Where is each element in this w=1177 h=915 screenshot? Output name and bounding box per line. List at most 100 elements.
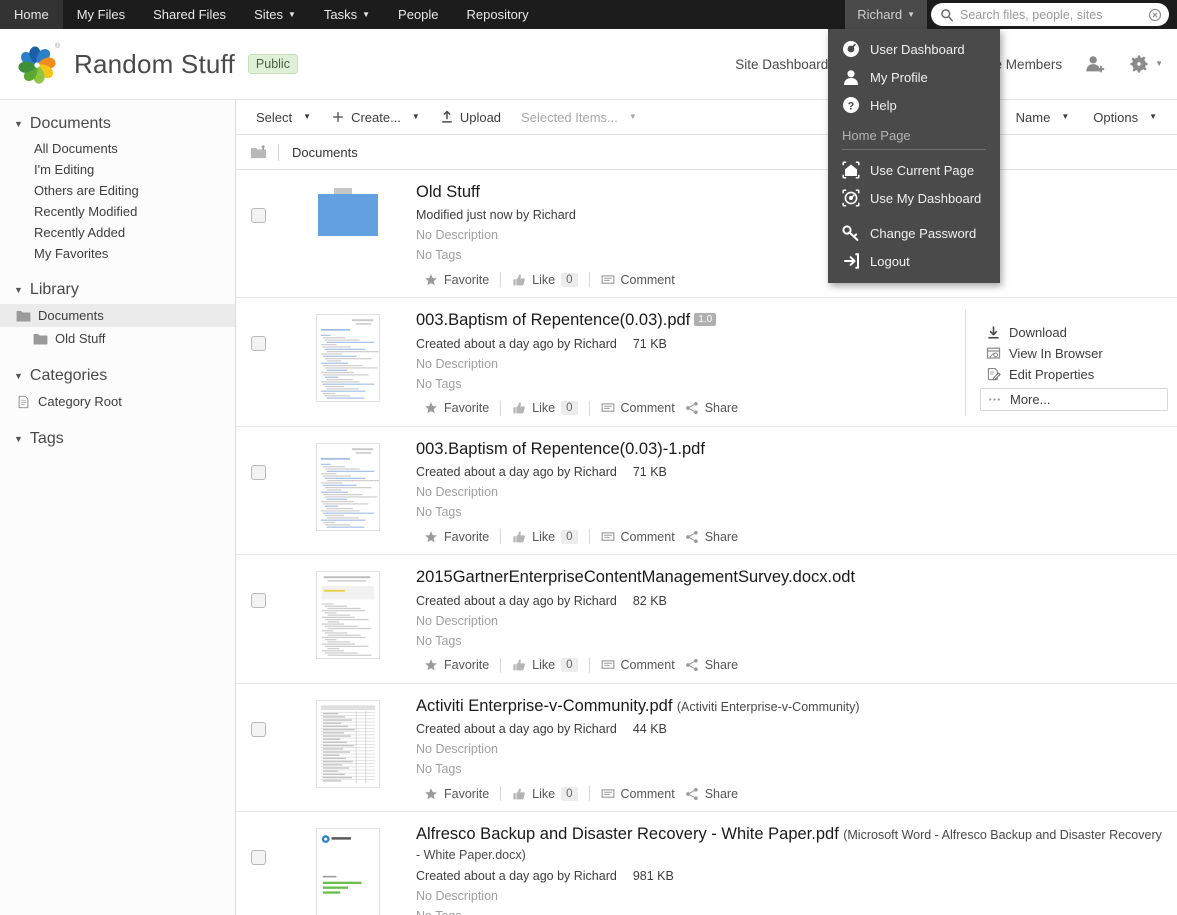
document-tags: No Tags	[416, 762, 462, 777]
sidebar-header-library[interactable]: ▼ Library	[0, 278, 235, 304]
sidebar-item-my-favorites[interactable]: My Favorites	[0, 243, 235, 264]
row-checkbox[interactable]	[250, 336, 266, 352]
more-label: More...	[1010, 392, 1051, 408]
document-modified: Created about a day ago by Richard	[416, 722, 617, 737]
nav-item-sites[interactable]: Sites ▼	[240, 0, 310, 29]
row-checkbox[interactable]	[250, 721, 266, 737]
share-button[interactable]: Share	[685, 401, 748, 415]
row-checkbox[interactable]	[250, 208, 266, 223]
row-thumbnail-cell[interactable]	[280, 310, 416, 415]
document-name-link[interactable]: 003.Baptism of Repentence(0.03)-1.pdf	[416, 440, 705, 458]
row-checkbox[interactable]	[250, 850, 266, 866]
comment-icon	[601, 789, 614, 798]
nav-item-repository[interactable]: Repository	[453, 0, 543, 29]
nav-item-my-files[interactable]: My Files	[63, 0, 139, 29]
document-meta: Created about a day ago by Richard 71 KB	[416, 465, 1163, 479]
row-checkbox-cell	[236, 567, 280, 672]
page-title: Random Stuff	[74, 48, 235, 79]
breadcrumb-item-documents[interactable]: Documents	[292, 145, 358, 160]
nav-item-tasks[interactable]: Tasks ▼	[310, 0, 384, 29]
sidebar-group-categories: ▼ Categories Category Root	[0, 364, 235, 413]
sidebar-item-category-root[interactable]: Category Root	[0, 390, 235, 413]
document-name-link[interactable]: Alfresco Backup and Disaster Recovery - …	[416, 825, 839, 843]
sort-by-button[interactable]: Name ▼	[1006, 107, 1080, 128]
sidebar-header-label: Categories	[29, 367, 108, 384]
edit-properties-action[interactable]: Edit Properties	[980, 364, 1168, 385]
user-menu-trigger[interactable]: Richard ▼	[845, 0, 927, 29]
selected-items-button[interactable]: Selected Items... ▼	[511, 107, 647, 128]
comment-button[interactable]: Comment	[601, 787, 685, 801]
sidebar-item-recently-added[interactable]: Recently Added	[0, 222, 235, 243]
folder-up-button[interactable]	[246, 143, 276, 162]
sidebar-item-others-are-editing[interactable]: Others are Editing	[0, 180, 235, 201]
close-icon[interactable]	[1148, 8, 1162, 22]
favorite-button[interactable]: Favorite	[416, 787, 499, 801]
sidebar-folder-old-stuff[interactable]: Old Stuff	[0, 327, 235, 350]
menu-item-my-profile[interactable]: My Profile	[828, 63, 1000, 91]
search-box[interactable]	[931, 3, 1169, 26]
row-thumbnail-cell[interactable]	[280, 567, 416, 672]
like-button[interactable]: Like 0	[512, 272, 587, 287]
like-button[interactable]: Like 0	[512, 529, 587, 544]
options-button[interactable]: Options ▼	[1083, 107, 1167, 128]
row-info-cell: 003.Baptism of Repentence(0.03).pdf 1.0 C…	[416, 310, 965, 416]
row-thumbnail-cell[interactable]	[280, 182, 416, 287]
sidebar-folder-documents[interactable]: Documents	[0, 304, 235, 327]
row-thumbnail-cell[interactable]	[280, 439, 416, 544]
sidebar-header-categories[interactable]: ▼ Categories	[0, 364, 235, 390]
document-name-link[interactable]: Old Stuff	[416, 183, 480, 201]
sidebar-group-tags: ▼ Tags	[0, 427, 235, 453]
download-action[interactable]: Download	[980, 322, 1168, 343]
like-button[interactable]: Like 0	[512, 658, 587, 673]
sidebar-item-i-m-editing[interactable]: I'm Editing	[0, 159, 235, 180]
like-button[interactable]: Like 0	[512, 786, 587, 801]
favorite-button[interactable]: Favorite	[416, 530, 499, 544]
comment-button[interactable]: Comment	[601, 658, 685, 672]
menu-item-change-password[interactable]: Change Password	[828, 219, 1000, 247]
select-button[interactable]: Select ▼	[246, 107, 321, 128]
invite-members-button[interactable]	[1084, 53, 1106, 75]
menu-item-user-dashboard[interactable]: User Dashboard	[828, 35, 1000, 63]
document-description: No Description	[416, 356, 498, 371]
favorite-button[interactable]: Favorite	[416, 273, 499, 287]
menu-item-use-my-dashboard[interactable]: Use My Dashboard	[828, 184, 1000, 212]
menu-item-help[interactable]: ? Help	[828, 91, 1000, 119]
favorite-button[interactable]: Favorite	[416, 401, 499, 415]
menu-item-use-current-page[interactable]: Use Current Page	[828, 156, 1000, 184]
sidebar-header-tags[interactable]: ▼ Tags	[0, 427, 235, 453]
like-button[interactable]: Like 0	[512, 401, 587, 416]
share-button[interactable]: Share	[685, 530, 748, 544]
like-label: Like	[532, 272, 556, 287]
site-settings-button[interactable]: ▼	[1128, 53, 1163, 75]
create-button[interactable]: Create... ▼	[321, 107, 430, 128]
nav-item-home[interactable]: Home	[0, 0, 63, 29]
sidebar-item-all-documents[interactable]: All Documents	[0, 138, 235, 159]
star-icon	[425, 530, 437, 543]
menu-item-label: Help	[870, 97, 897, 113]
row-checkbox[interactable]	[250, 593, 266, 609]
nav-item-shared-files[interactable]: Shared Files	[139, 0, 240, 29]
share-button[interactable]: Share	[685, 787, 748, 801]
row-thumbnail-cell[interactable]	[280, 696, 416, 801]
favorite-button[interactable]: Favorite	[416, 658, 499, 672]
sidebar-header-documents[interactable]: ▼ Documents	[0, 112, 235, 138]
table-row: 003.Baptism of Repentence(0.03)-1.pdf Cr…	[236, 427, 1177, 556]
comment-button[interactable]: Comment	[601, 401, 685, 415]
document-name-link[interactable]: 2015GartnerEnterpriseContentManagementSu…	[416, 568, 855, 586]
document-name-link[interactable]: Activiti Enterprise-v-Community.pdf	[416, 697, 672, 715]
view-in-browser-action[interactable]: View In Browser	[980, 343, 1168, 364]
site-nav-site-dashboard[interactable]: Site Dashboard	[735, 57, 828, 72]
more-actions-action[interactable]: More...	[980, 388, 1168, 412]
share-button[interactable]: Share	[685, 658, 748, 672]
search-icon	[941, 8, 953, 22]
upload-button[interactable]: Upload	[430, 107, 511, 128]
comment-button[interactable]: Comment	[601, 273, 685, 287]
menu-item-logout[interactable]: Logout	[828, 247, 1000, 275]
nav-item-people[interactable]: People	[384, 0, 452, 29]
sidebar-item-recently-modified[interactable]: Recently Modified	[0, 201, 235, 222]
row-checkbox[interactable]	[250, 464, 266, 480]
row-thumbnail-cell[interactable]	[280, 824, 416, 915]
document-name-link[interactable]: 003.Baptism of Repentence(0.03).pdf	[416, 311, 690, 329]
search-input[interactable]	[954, 7, 1148, 22]
comment-button[interactable]: Comment	[601, 530, 685, 544]
